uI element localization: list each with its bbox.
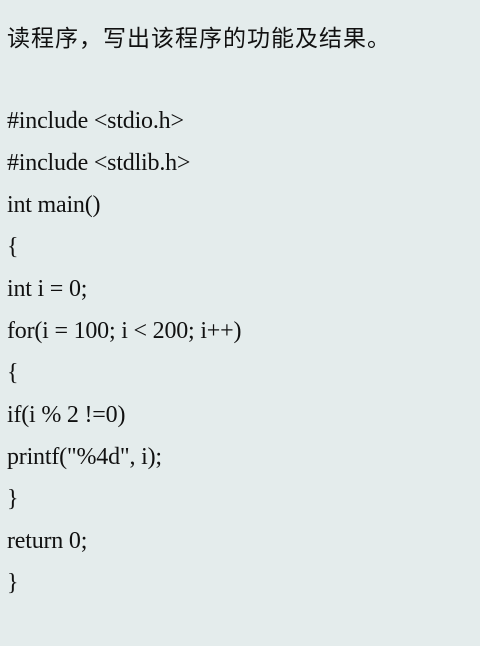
code-line-12: } (7, 570, 19, 596)
code-line-5: int i = 0; (7, 276, 88, 302)
code-line-8: if(i % 2 !=0) (7, 402, 126, 428)
code-line-10: } (7, 486, 19, 512)
code-line-6: for(i = 100; i < 200; i++) (7, 318, 242, 344)
document-page: 读程序，写出该程序的功能及结果。 #include <stdio.h> #inc… (0, 0, 480, 646)
code-line-4: { (7, 234, 19, 260)
code-line-3: int main() (7, 192, 101, 218)
code-line-1: #include <stdio.h> (7, 108, 184, 134)
question-title: 读程序，写出该程序的功能及结果。 (7, 26, 391, 52)
code-line-7: { (7, 360, 19, 386)
code-line-11: return 0; (7, 528, 88, 554)
code-line-2: #include <stdlib.h> (7, 150, 191, 176)
code-line-9: printf("%4d", i); (7, 444, 162, 470)
